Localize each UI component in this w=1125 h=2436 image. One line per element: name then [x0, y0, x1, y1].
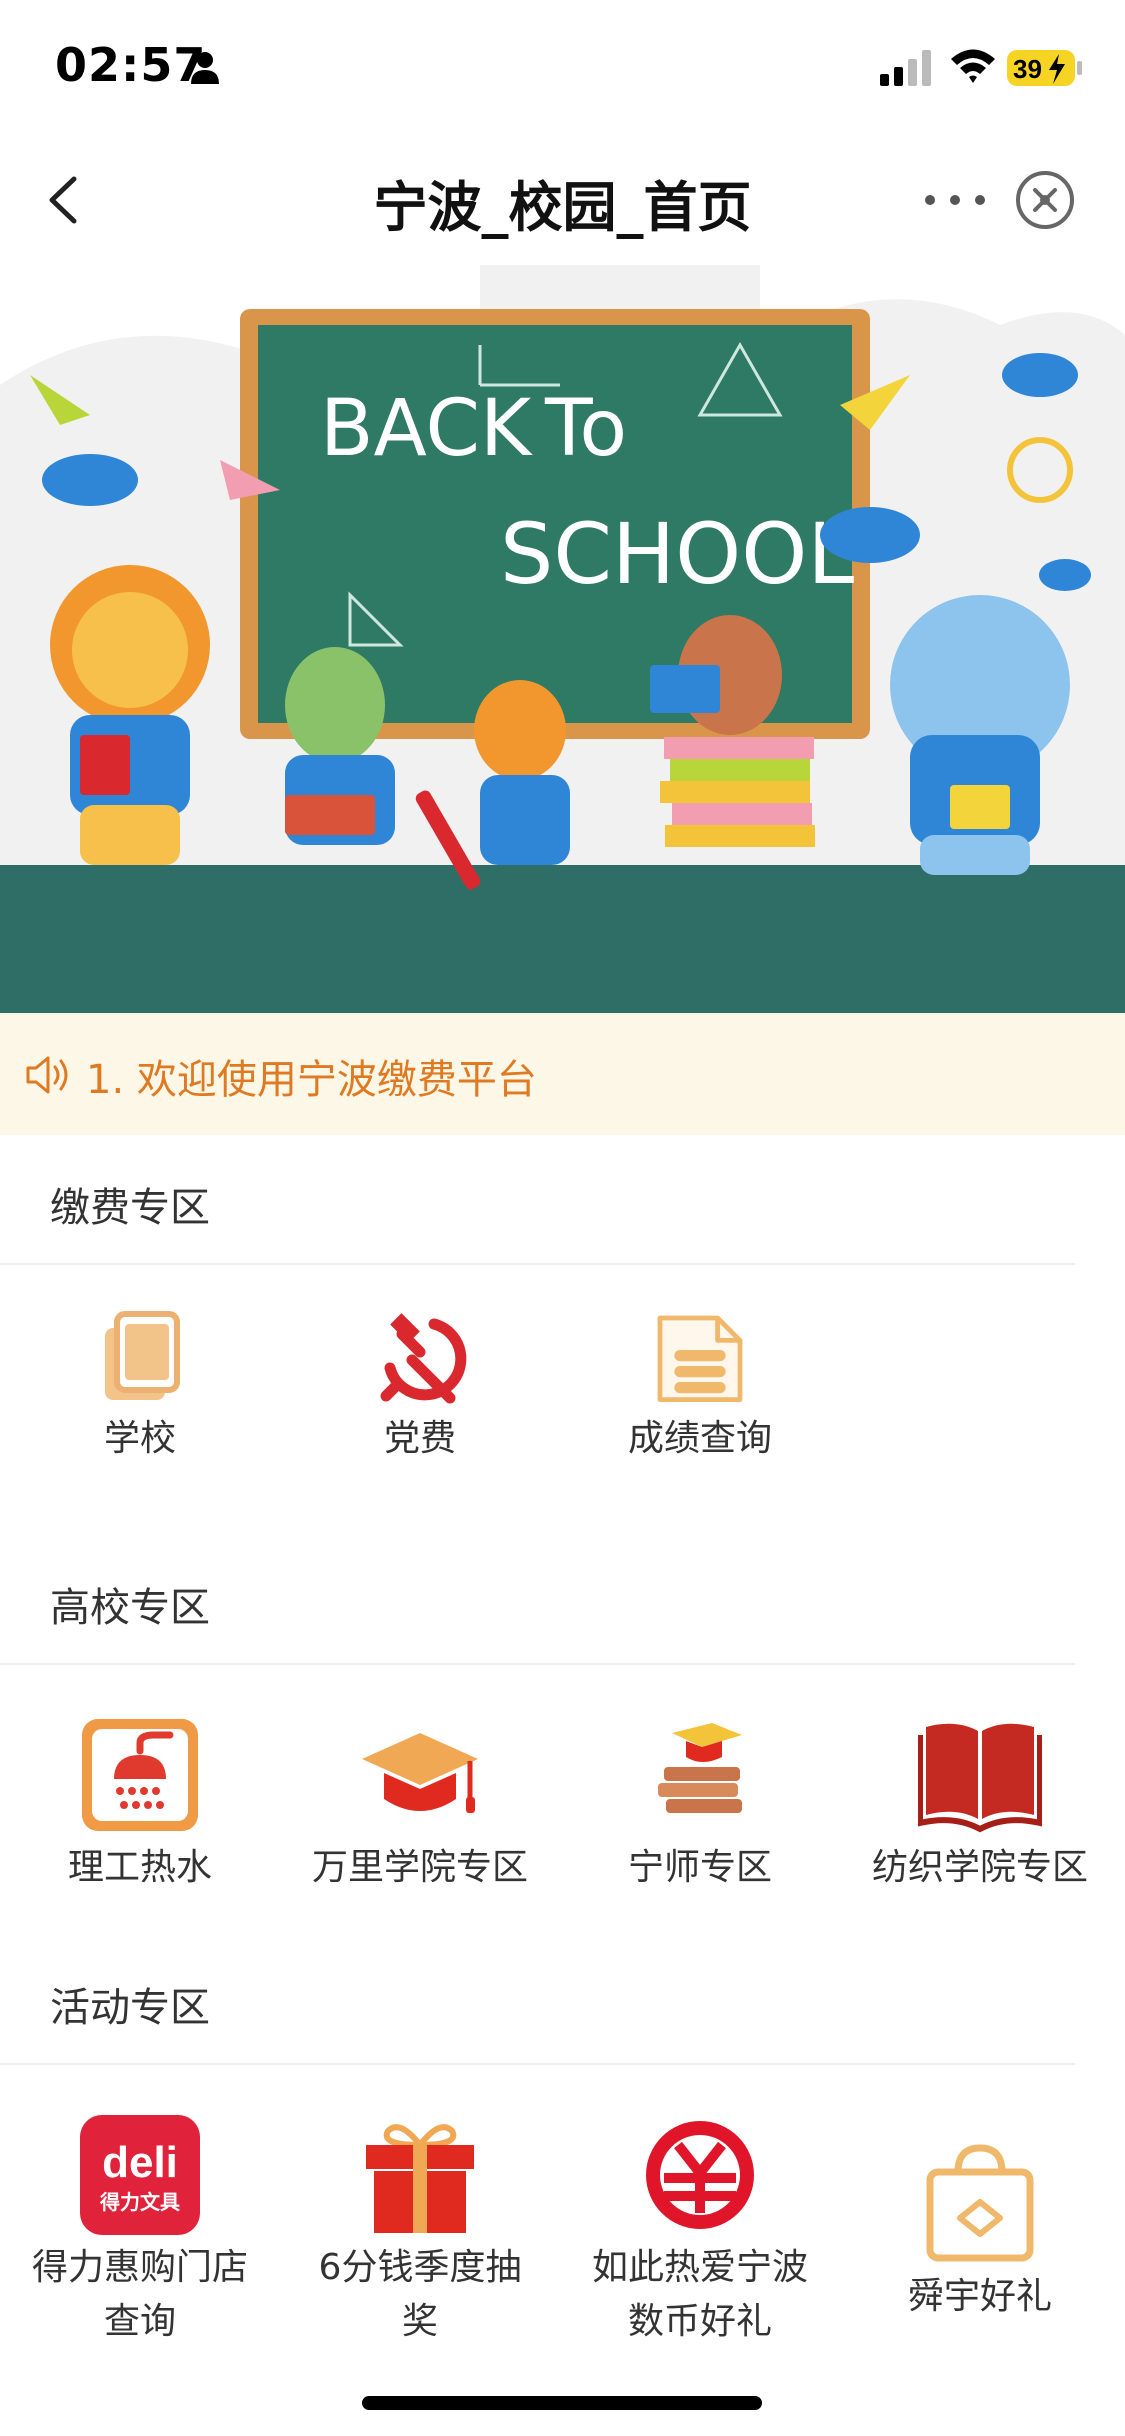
- grid-label: 理工热水: [67, 1847, 212, 1888]
- grid-label-line2: 查询: [103, 2301, 176, 2342]
- hammer-sickle-icon: [380, 1313, 467, 1404]
- banner-text-to: To: [544, 384, 627, 474]
- grid-item-ningbo-normal[interactable]: 宁师专区: [560, 1715, 840, 1895]
- wifi-icon: [951, 49, 995, 83]
- open-book-icon: [918, 1723, 1042, 1833]
- grid-label: 党费: [383, 1418, 456, 1459]
- more-icon[interactable]: [920, 175, 990, 225]
- person-icon: [191, 52, 219, 84]
- shower-icon: [82, 1719, 198, 1831]
- close-miniapp-icon[interactable]: [1014, 169, 1076, 231]
- grid-item-lottery[interactable]: 6分钱季度抽 奖: [280, 2115, 560, 2349]
- grid-label: 宁师专区: [627, 1847, 772, 1888]
- signal-icon: [880, 50, 931, 86]
- banner-text-school: SCHOOL: [500, 505, 854, 603]
- grid-item-score-query[interactable]: 成绩查询: [560, 1310, 840, 1466]
- banner-text-back: BACK: [320, 384, 533, 474]
- books-cap-icon: [658, 1723, 742, 1813]
- gift-icon: [366, 2124, 474, 2233]
- file-list-icon: [657, 1315, 743, 1402]
- status-time: 02:57: [55, 38, 207, 92]
- section-title: 高校专区: [50, 1585, 210, 1631]
- section-header-university: 高校专区: [0, 1535, 1075, 1665]
- grid-item-hot-water[interactable]: 理工热水: [0, 1715, 280, 1895]
- grid-item-digital-yuan[interactable]: 如此热爱宁波 数币好礼: [560, 2115, 840, 2349]
- status-bar: 02:57 39: [0, 0, 1125, 135]
- deli-logo-text: deli: [102, 2138, 178, 2187]
- battery-level: 39: [1013, 54, 1042, 84]
- graduation-cap-icon: [362, 1733, 478, 1813]
- grid-label-line1: 得力惠购门店: [31, 2247, 248, 2288]
- grid-label: 舜宇好礼: [907, 2276, 1052, 2317]
- grid-label-line1: 6分钱季度抽: [318, 2247, 522, 2288]
- grid-item-school[interactable]: 学校: [0, 1310, 280, 1466]
- banner-illustration: BACK To SCHOOL: [0, 265, 1125, 1013]
- shopping-bag-icon: [926, 2144, 1034, 2262]
- documents-icon: [105, 1311, 180, 1400]
- grid-label-line2: 奖: [401, 2301, 438, 2342]
- section-header-payment: 缴费专区: [0, 1135, 1075, 1265]
- grid-label: 纺织学院专区: [871, 1847, 1088, 1888]
- grid-label-line2: 数币好礼: [627, 2301, 772, 2342]
- grid-item-textile-college[interactable]: 纺织学院专区: [840, 1715, 1120, 1895]
- grid-item-party-fee[interactable]: 党费: [280, 1310, 560, 1466]
- grid-label-line1: 如此热爱宁波: [591, 2247, 808, 2288]
- notice-bar[interactable]: 1. 欢迎使用宁波缴费平台: [0, 1013, 1125, 1135]
- speaker-icon: [26, 1056, 68, 1094]
- home-indicator[interactable]: [362, 2396, 762, 2410]
- grid-label: 学校: [103, 1418, 176, 1459]
- grid-item-deli-store[interactable]: deli 得力文具 得力惠购门店 查询: [0, 2115, 280, 2349]
- section-title: 活动专区: [50, 1985, 210, 2031]
- grid-label: 万里学院专区: [311, 1847, 528, 1888]
- battery-icon: 39: [1007, 50, 1082, 86]
- deli-logo-icon: deli 得力文具: [80, 2115, 200, 2235]
- section-title: 缴费专区: [50, 1185, 210, 1231]
- notice-text: 1. 欢迎使用宁波缴费平台: [86, 1057, 537, 1103]
- section-header-activities: 活动专区: [0, 1935, 1075, 2065]
- grid-item-wanli-college[interactable]: 万里学院专区: [280, 1715, 560, 1895]
- digital-yuan-icon: [646, 2121, 754, 2229]
- nav-bar: 宁波_校园_首页: [0, 135, 1125, 265]
- grid-item-sunny-gift[interactable]: 舜宇好礼: [840, 2140, 1120, 2324]
- deli-logo-subtext: 得力文具: [99, 2190, 180, 2214]
- back-to-school-banner[interactable]: BACK To SCHOOL: [0, 265, 1125, 1013]
- grid-label: 成绩查询: [627, 1418, 772, 1459]
